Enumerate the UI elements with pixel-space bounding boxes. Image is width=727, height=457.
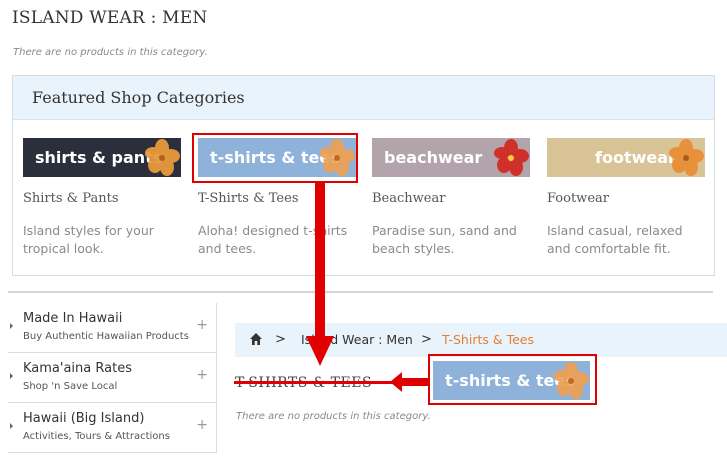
- subcategory-empty-message: There are no products in this category.: [236, 411, 431, 422]
- featured-categories-panel: Featured Shop Categories shirts & pants …: [12, 75, 715, 276]
- category-description: Aloha! designed t-shirts and tees.: [198, 223, 348, 256]
- category-name[interactable]: T-Shirts & Tees: [198, 191, 299, 206]
- featured-header: Featured Shop Categories: [13, 76, 714, 120]
- category-card-footwear[interactable]: footwear Footwear Island casual, relaxed…: [547, 138, 705, 256]
- banner-label: beachwear: [384, 148, 483, 167]
- breadcrumb-separator: >: [275, 332, 286, 347]
- category-description: Island casual, relaxed and comfortable f…: [547, 223, 683, 256]
- sidebar-menu: Made In Hawaii Buy Authentic Hawaiian Pr…: [8, 303, 217, 457]
- annotation-highlight-box: [192, 133, 358, 183]
- sidebar-item-hawaii-big-island[interactable]: Hawaii (Big Island) Activities, Tours & …: [8, 403, 217, 453]
- sidebar-item-subtitle: Buy Authentic Hawaiian Products: [23, 331, 189, 342]
- category-banner[interactable]: footwear: [547, 138, 705, 177]
- expand-plus-icon[interactable]: +: [196, 317, 208, 333]
- hibiscus-icon: [669, 139, 704, 176]
- banner-label: footwear: [595, 148, 676, 167]
- bullet-arrow-icon: [10, 373, 13, 379]
- section-divider: [8, 291, 713, 293]
- category-card-shirts-pants[interactable]: shirts & pants Shirts & Pants Island sty…: [23, 138, 181, 256]
- expand-plus-icon[interactable]: +: [196, 367, 208, 383]
- category-name[interactable]: Footwear: [547, 191, 609, 206]
- category-card-beachwear[interactable]: beachwear Beachwear Paradise sun, sand a…: [372, 138, 530, 256]
- category-banner[interactable]: beachwear: [372, 138, 530, 177]
- category-description: Island styles for your tropical look.: [23, 223, 154, 256]
- sidebar-item-title[interactable]: Made In Hawaii: [23, 311, 122, 326]
- hibiscus-icon: [494, 139, 529, 176]
- page-title: ISLAND WEAR : MEN: [12, 8, 208, 28]
- empty-category-message: There are no products in this category.: [13, 47, 208, 58]
- sidebar-item-kamaaina-rates[interactable]: Kama'aina Rates Shop 'n Save Local +: [8, 353, 217, 403]
- hibiscus-icon: [145, 139, 180, 176]
- bullet-arrow-icon: [10, 423, 13, 429]
- sidebar-item-title[interactable]: Hawaii (Big Island): [23, 411, 144, 426]
- breadcrumb-separator: >: [421, 332, 432, 347]
- featured-title: Featured Shop Categories: [32, 88, 245, 107]
- category-name[interactable]: Beachwear: [372, 191, 445, 206]
- annotation-highlight-box: [428, 354, 597, 405]
- subcategory-title: T-SHIRTS & TEES: [235, 375, 373, 391]
- breadcrumb-link-island-wear-men[interactable]: Island Wear : Men: [301, 332, 413, 347]
- breadcrumb: > Island Wear : Men > T-Shirts & Tees: [235, 323, 727, 357]
- breadcrumb-current: T-Shirts & Tees: [442, 332, 534, 347]
- sidebar-item-made-in-hawaii[interactable]: Made In Hawaii Buy Authentic Hawaiian Pr…: [8, 303, 217, 353]
- sidebar-item-subtitle: Shop 'n Save Local: [23, 381, 118, 392]
- category-banner[interactable]: shirts & pants: [23, 138, 181, 177]
- sidebar-item-title[interactable]: Kama'aina Rates: [23, 361, 132, 376]
- bullet-arrow-icon: [10, 323, 13, 329]
- sidebar-item-subtitle: Activities, Tours & Attractions: [23, 431, 170, 442]
- home-icon[interactable]: [249, 332, 263, 346]
- category-name[interactable]: Shirts & Pants: [23, 191, 119, 206]
- category-description: Paradise sun, sand and beach styles.: [372, 223, 517, 256]
- expand-plus-icon[interactable]: +: [196, 417, 208, 433]
